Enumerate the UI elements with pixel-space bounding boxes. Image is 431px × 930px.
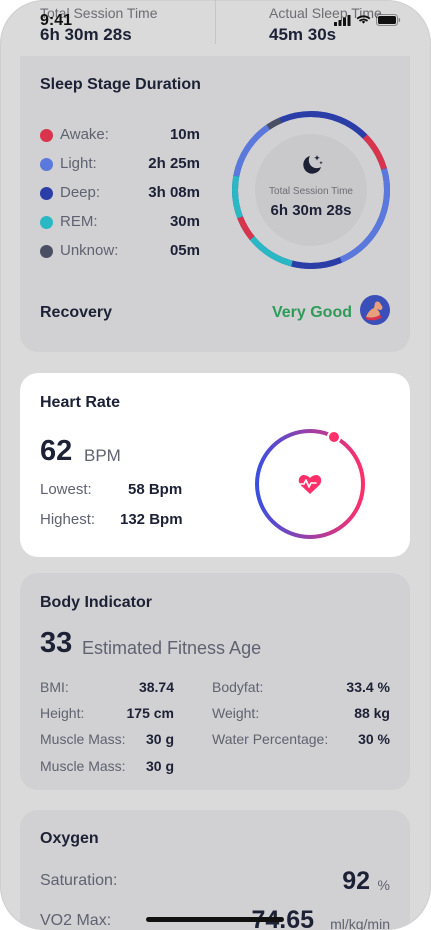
rem-dot-icon [40,216,53,229]
moon-stars-icon [303,155,323,174]
legend-label: Light: [60,155,97,172]
metric-label-height: Height: [40,705,85,721]
metric-label-water: Water Percentage: [212,731,329,747]
light-dot-icon [40,158,53,171]
sleep-stage-legend: Awake: 10m Light: 2h 25m Deep: 3h 08m RE… [40,124,200,269]
recovery-value: Very Good [271,304,352,321]
metric-label-bodyfat: Bodyfat: [212,679,264,695]
lowest-label: Lowest: [40,481,92,498]
legend-value: 3h 08m [148,184,200,201]
gauge-marker-icon [327,430,341,444]
legend-value: 05m [169,242,200,259]
metric-value-water: 30 % [358,731,390,747]
highest-value: 132 Bpm [120,511,183,528]
bpm-value: 62 [40,435,73,467]
saturation-value: 92 [342,867,370,895]
saturation-unit: % [377,877,390,893]
heart-rate-title: Heart Rate [40,394,121,411]
metric-value-bodyfat: 33.4 % [346,679,390,695]
wifi-icon [356,14,371,24]
legend-value: 10m [169,126,200,143]
deep-dot-icon [40,187,53,200]
metric-label-muscle-mass-2: Muscle Mass: [40,758,126,774]
legend-label: Deep: [60,184,101,201]
unknown-dot-icon [40,245,53,258]
fitness-age-label: Estimated Fitness Age [82,638,262,658]
heart-pulse-icon [298,475,322,494]
oxygen-card: Oxygen Saturation: 92 % VO2 Max: 74.65 m… [20,810,410,930]
home-indicator[interactable] [146,917,284,922]
summary-divider [215,0,216,44]
metric-value-weight: 88 kg [354,705,390,721]
legend-item-deep: Deep: 3h 08m [40,182,200,211]
phone-screen: Total Session Time 6h 30m 28s Actual Sle… [0,0,431,930]
metric-label-muscle-mass: Muscle Mass: [40,731,126,747]
metric-value-height: 175 cm [126,705,174,721]
ring-label: Total Session Time [269,186,353,197]
ring-value: 6h 30m 28s [270,202,352,219]
sleep-stage-card: Sleep Stage Duration Awake: 10m Light: 2… [20,56,410,352]
bpm-unit: BPM [84,446,121,465]
legend-label: Awake: [60,126,109,143]
sleep-stage-title: Sleep Stage Duration [40,76,201,93]
body-indicator-card: Body Indicator 33 Estimated Fitness Age … [20,573,410,790]
status-icons [334,14,401,26]
awake-dot-icon [40,129,53,142]
cellular-signal-icon [334,14,351,26]
oxygen-title: Oxygen [40,830,99,847]
legend-label: Unknow: [60,242,119,259]
status-time: 9:41 [40,12,73,29]
battery-icon [376,14,401,26]
recovery-label: Recovery [40,304,113,321]
metric-value-bmi: 38.74 [138,679,174,695]
flexed-arm-icon [360,295,390,325]
legend-value: 30m [169,213,200,230]
body-indicator-title: Body Indicator [40,594,153,611]
lowest-value: 58 Bpm [128,481,183,498]
metric-value-muscle-mass-2: 30 g [145,758,174,774]
vo2-label: VO2 Max: [40,912,112,929]
legend-label: REM: [60,213,98,230]
legend-item-rem: REM: 30m [40,211,200,240]
heart-rate-card[interactable]: Heart Rate 62 BPM Lowest: 58 Bpm Highest… [20,373,410,557]
vo2-unit: ml/kg/min [330,916,390,930]
summary-actual-sleep-value: 45m 30s [269,25,337,44]
legend-value: 2h 25m [148,155,200,172]
sleep-stage-ring: Total Session Time 6h 30m 28s [231,110,391,270]
legend-item-unknown: Unknow: 05m [40,240,200,269]
metric-value-muscle-mass: 30 g [145,731,174,747]
saturation-label: Saturation: [40,872,118,889]
legend-item-awake: Awake: 10m [40,124,200,153]
highest-label: Highest: [40,511,96,528]
metric-label-bmi: BMI: [40,679,69,695]
legend-item-light: Light: 2h 25m [40,153,200,182]
metric-label-weight: Weight: [212,705,260,721]
fitness-age-value: 33 [40,627,73,659]
heart-rate-gauge [255,429,365,539]
